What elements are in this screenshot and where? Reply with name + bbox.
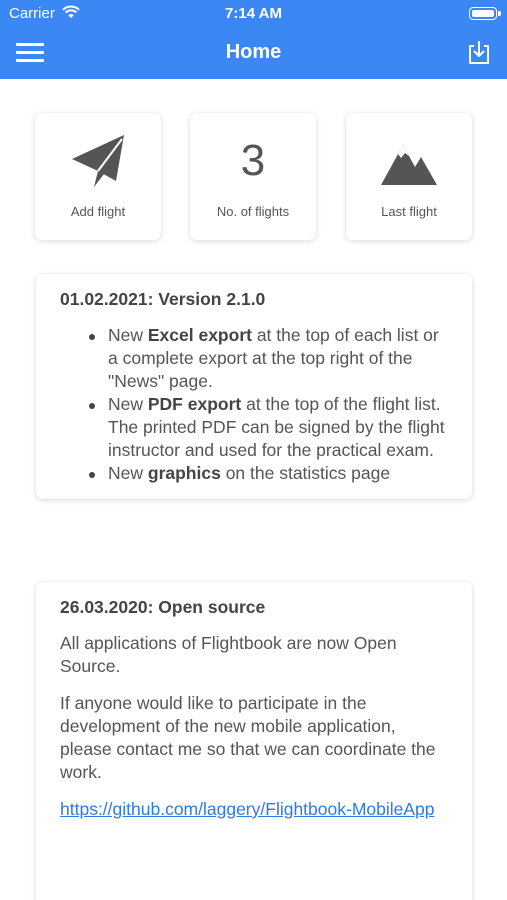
news-list: New Excel export at the top of each list… bbox=[86, 324, 448, 485]
github-link[interactable]: https://github.com/laggery/Flightbook-Mo… bbox=[60, 799, 435, 819]
mountain-icon bbox=[381, 145, 437, 185]
battery-icon bbox=[469, 7, 501, 20]
news-paragraph: All applications of Flightbook are now O… bbox=[60, 633, 397, 676]
paper-plane-icon bbox=[72, 135, 124, 187]
nav-bar: Home bbox=[0, 28, 507, 79]
status-time: 7:14 AM bbox=[225, 5, 282, 22]
flights-count: 3 bbox=[240, 136, 266, 185]
status-bar: Carrier 7:14 AM bbox=[0, 0, 507, 28]
news-card: 01.02.2021: Version 2.1.0 New Excel expo… bbox=[36, 274, 472, 499]
list-item: New graphics on the statistics page bbox=[86, 462, 448, 485]
add-flight-tile[interactable]: Add flight bbox=[35, 113, 161, 240]
flights-count-label: No. of flights bbox=[216, 204, 290, 219]
news-card: 26.03.2020: Open source All applications… bbox=[36, 582, 472, 900]
export-button[interactable] bbox=[465, 39, 493, 67]
last-flight-tile[interactable]: Last flight bbox=[346, 113, 472, 240]
add-flight-label: Add flight bbox=[70, 204, 126, 219]
news-title: 26.03.2020: Open source bbox=[60, 597, 266, 617]
list-item: New PDF export at the top of the flight … bbox=[86, 393, 448, 462]
news-title: 01.02.2021: Version 2.1.0 bbox=[60, 289, 266, 309]
download-icon bbox=[469, 41, 489, 64]
list-item: New Excel export at the top of each list… bbox=[86, 324, 448, 393]
news-paragraph: If anyone would like to participate in t… bbox=[60, 693, 436, 782]
page-title: Home bbox=[225, 41, 282, 63]
flights-count-tile[interactable]: 3 No. of flights bbox=[190, 113, 316, 240]
quick-actions: Add flight 3 No. of flights Last flight bbox=[35, 113, 472, 240]
last-flight-label: Last flight bbox=[381, 204, 437, 219]
